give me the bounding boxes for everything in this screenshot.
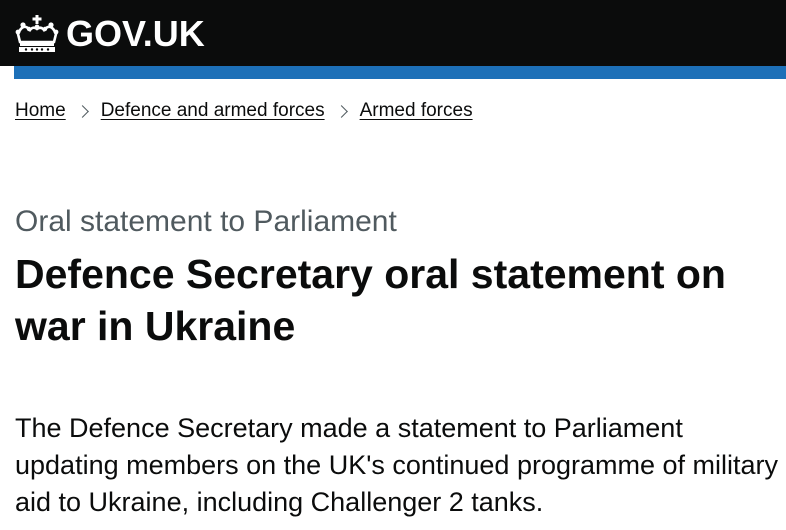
govuk-logo-link[interactable]: GOV.UK — [14, 12, 205, 56]
chevron-right-icon — [75, 104, 89, 118]
breadcrumb-defence-and-armed-forces[interactable]: Defence and armed forces — [101, 100, 325, 122]
govuk-logo-text: GOV.UK — [66, 13, 205, 54]
lead-paragraph: The Defence Secretary made a statement t… — [15, 413, 779, 517]
header-accent-bar — [14, 66, 786, 79]
breadcrumb-armed-forces[interactable]: Armed forces — [360, 100, 473, 122]
breadcrumb-home[interactable]: Home — [15, 100, 66, 122]
crown-icon — [15, 15, 59, 52]
page-caption: Oral statement to Parliament — [15, 205, 397, 238]
site-header: GOV.UK — [0, 0, 786, 66]
breadcrumb: Home Defence and armed forces Armed forc… — [15, 98, 473, 124]
chevron-right-icon — [334, 104, 348, 118]
page-title: Defence Secretary oral statement on war … — [15, 251, 726, 349]
